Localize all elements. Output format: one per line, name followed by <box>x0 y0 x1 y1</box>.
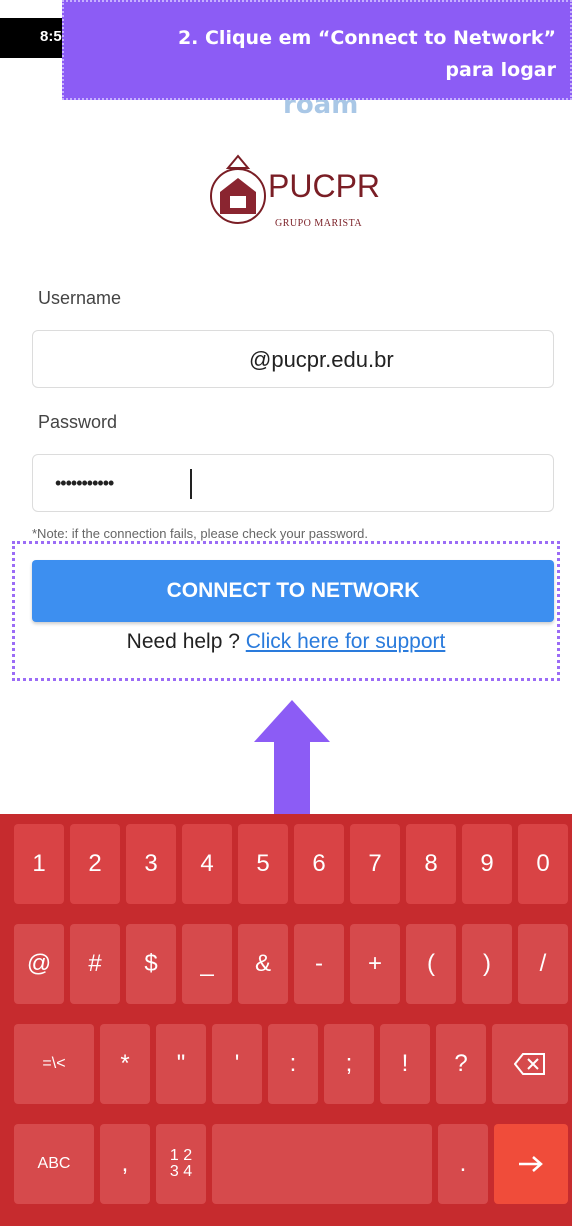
enter-key[interactable] <box>494 1124 568 1204</box>
key-colon[interactable]: : <box>268 1024 318 1104</box>
key-dollar[interactable]: $ <box>126 924 176 1004</box>
instruction-callout: 2. Clique em “Connect to Network” para l… <box>62 0 572 100</box>
key-slash[interactable]: / <box>518 924 568 1004</box>
key-6[interactable]: 6 <box>294 824 344 904</box>
support-link[interactable]: Click here for support <box>246 630 446 653</box>
space-bar[interactable] <box>212 1124 432 1204</box>
key-ampersand[interactable]: & <box>238 924 288 1004</box>
callout-line-1: 2. Clique em “Connect to Network” <box>177 27 556 49</box>
help-text: Need help ? <box>126 630 246 653</box>
key-hash[interactable]: # <box>70 924 120 1004</box>
status-time: 8:5 <box>40 28 62 45</box>
username-value: @pucpr.edu.br <box>249 347 394 372</box>
key-0[interactable]: 0 <box>518 824 568 904</box>
username-field[interactable]: @pucpr.edu.br <box>32 330 554 388</box>
callout-line-2: para logar <box>445 59 556 81</box>
password-value: ••••••••••• <box>55 473 114 493</box>
key-close-paren[interactable]: ) <box>462 924 512 1004</box>
key-3[interactable]: 3 <box>126 824 176 904</box>
key-4[interactable]: 4 <box>182 824 232 904</box>
key-minus[interactable]: - <box>294 924 344 1004</box>
key-number-switch[interactable]: 1 2 3 4 <box>156 1124 206 1204</box>
username-label: Username <box>38 288 122 308</box>
key-at[interactable]: @ <box>14 924 64 1004</box>
key-comma[interactable]: , <box>100 1124 150 1204</box>
key-9[interactable]: 9 <box>462 824 512 904</box>
key-single-quote[interactable]: ' <box>212 1024 262 1104</box>
key-asterisk[interactable]: * <box>100 1024 150 1104</box>
arrow-right-icon <box>519 1156 543 1172</box>
key-open-paren[interactable]: ( <box>406 924 456 1004</box>
logo-text: PUCPR <box>268 168 381 204</box>
key-question[interactable]: ? <box>436 1024 486 1104</box>
backspace-key[interactable] <box>492 1024 568 1104</box>
key-underscore[interactable]: _ <box>182 924 232 1004</box>
key-exclamation[interactable]: ! <box>380 1024 430 1104</box>
key-plus[interactable]: + <box>350 924 400 1004</box>
key-2[interactable]: 2 <box>70 824 120 904</box>
connection-note: *Note: if the connection fails, please c… <box>32 526 369 541</box>
key-period[interactable]: . <box>438 1124 488 1204</box>
key-7[interactable]: 7 <box>350 824 400 904</box>
key-abc[interactable]: ABC <box>14 1124 94 1204</box>
key-double-quote[interactable]: " <box>156 1024 206 1104</box>
connect-to-network-button[interactable]: CONNECT TO NETWORK <box>32 560 554 622</box>
keyboard: 1 2 3 4 5 6 7 8 9 0 @ # $ _ & - + ( ) / … <box>0 814 572 1226</box>
key-5[interactable]: 5 <box>238 824 288 904</box>
help-line: Need help ? Click here for support <box>0 630 572 654</box>
key-semicolon[interactable]: ; <box>324 1024 374 1104</box>
backspace-icon <box>514 1053 545 1075</box>
key-1[interactable]: 1 <box>14 824 64 904</box>
key-8[interactable]: 8 <box>406 824 456 904</box>
key-symbols-shift[interactable]: =\< <box>14 1024 94 1104</box>
logo-subtitle: GRUPO MARISTA <box>275 218 363 229</box>
password-label: Password <box>38 412 118 432</box>
password-field[interactable]: ••••••••••• <box>32 454 554 512</box>
text-caret <box>190 469 192 499</box>
